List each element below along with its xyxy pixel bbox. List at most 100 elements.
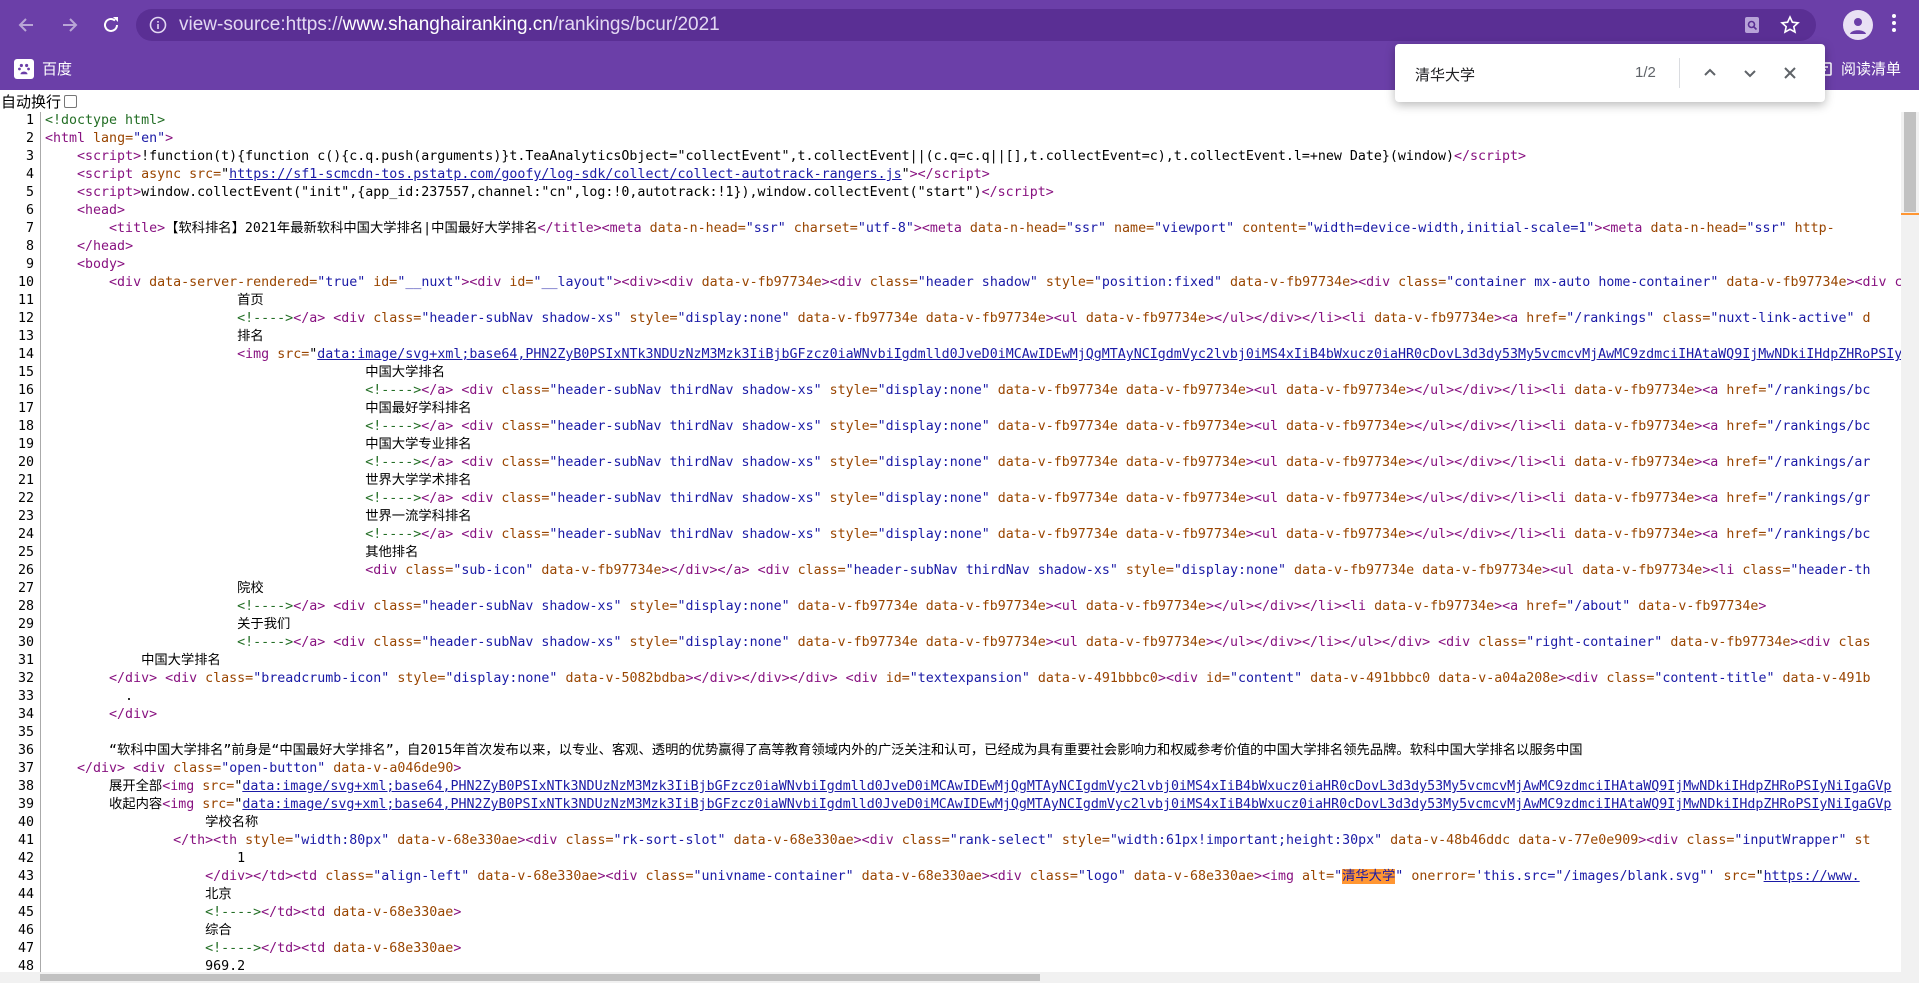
source-line: 40 学校名称 [0, 814, 1901, 832]
line-number: 17 [17, 401, 34, 416]
reload-icon [104, 17, 118, 32]
line-gutter [40, 238, 41, 256]
reload-button[interactable] [96, 10, 126, 40]
source-line: 43 </div></td><td class="align-left" dat… [0, 868, 1901, 886]
source-line: 8 </head> [0, 238, 1901, 256]
line-code: 世界大学学术排名 [45, 473, 472, 488]
line-gutter [40, 634, 41, 652]
line-gutter [40, 202, 41, 220]
close-icon [1784, 67, 1796, 79]
profile-button[interactable] [1843, 10, 1873, 40]
line-code: 院校 [45, 581, 264, 596]
line-code: . [45, 689, 134, 704]
source-line: 22 <!----></a> <div class="header-subNav… [0, 490, 1901, 508]
source-line: 6 <head> [0, 202, 1901, 220]
line-gutter [40, 742, 41, 760]
line-gutter [40, 670, 41, 688]
line-code: <title>【软科排名】2021年最新软科中国大学排名|中国最好大学排名</t… [109, 221, 1835, 236]
line-number: 25 [17, 545, 34, 560]
arrow-left-icon [18, 18, 33, 32]
arrow-right-icon [63, 18, 78, 32]
line-gutter [40, 130, 41, 148]
line-gutter [40, 328, 41, 346]
source-line: 35 [0, 724, 1901, 742]
find-previous-button[interactable] [1697, 60, 1723, 86]
info-icon[interactable] [149, 16, 167, 34]
line-code: 中国最好学科排名 [45, 401, 472, 416]
source-line: 16 <!----></a> <div class="header-subNav… [0, 382, 1901, 400]
line-code: 展开全部<img src="data:image/svg+xml;base64,… [45, 779, 1892, 794]
source-line: 30 <!----></a> <div class="header-subNav… [0, 634, 1901, 652]
address-bar[interactable]: view-source:https://www.shanghairanking.… [136, 9, 1816, 41]
line-code: <!----></td><td data-v-68e330ae> [205, 905, 462, 920]
line-gutter [40, 220, 41, 238]
source-link[interactable]: https://www. [1764, 869, 1860, 884]
source-line: 47 <!----></td><td data-v-68e330ae> [0, 940, 1901, 958]
line-gutter [40, 364, 41, 382]
line-number: 40 [17, 815, 34, 830]
source-line: 7 <title>【软科排名】2021年最新软科中国大学排名|中国最好大学排名<… [0, 220, 1901, 238]
find-in-page-button[interactable] [1740, 13, 1764, 37]
line-code: 北京 [45, 887, 232, 902]
source-link[interactable]: data:image/svg+xml;base64,PHN2ZyB0PSIxNT… [317, 347, 1901, 362]
line-code: <div class="sub-icon" data-v-fb97734e></… [365, 563, 1871, 578]
line-gutter [40, 904, 41, 922]
find-close-button[interactable] [1777, 60, 1803, 86]
forward-button[interactable] [54, 10, 84, 40]
source-link[interactable]: data:image/svg+xml;base64,PHN2ZyB0PSIxNT… [242, 779, 1891, 794]
source-line: 1 <!doctype html> [0, 112, 1901, 130]
reading-list-label: 阅读清单 [1840, 61, 1901, 78]
vertical-scroll-thumb[interactable] [1904, 112, 1916, 212]
horizontal-scrollbar[interactable] [0, 972, 1919, 983]
source-line: 25 其他排名 [0, 544, 1901, 562]
line-number: 31 [17, 653, 34, 668]
bookmark-star-button[interactable] [1778, 13, 1802, 37]
source-line: 10 <div data-server-rendered="true" id="… [0, 274, 1901, 292]
source-line: 44 北京 [0, 886, 1901, 904]
line-wrap-checkbox[interactable] [64, 94, 78, 108]
source-line: 27 院校 [0, 580, 1901, 598]
source-line: 33 . [0, 688, 1901, 706]
line-gutter [40, 706, 41, 724]
vertical-scrollbar[interactable] [1901, 112, 1919, 972]
line-number: 3 [25, 149, 34, 164]
line-number: 5 [25, 185, 34, 200]
line-code: <!----></a> <div class="header-subNav sh… [237, 635, 1871, 650]
line-number: 37 [17, 761, 34, 776]
line-gutter [40, 760, 41, 778]
line-code: <!----></a> <div class="header-subNav sh… [237, 599, 1767, 614]
source-line: 32 </div> <div class="breadcrumb-icon" s… [0, 670, 1901, 688]
horizontal-scroll-thumb[interactable] [40, 974, 1040, 981]
url-text[interactable]: view-source:https://www.shanghairanking.… [179, 14, 720, 36]
line-number: 6 [25, 203, 34, 218]
source-line: 15 中国大学排名 [0, 364, 1901, 382]
line-code: <!----></a> <div class="header-subNav sh… [237, 311, 1871, 326]
line-number: 34 [17, 707, 34, 722]
line-code: <!----></a> <div class="header-subNav th… [365, 491, 1871, 506]
bookmark-baidu[interactable]: 百度 [14, 58, 72, 79]
reading-list-button[interactable]: 阅读清单 [1815, 58, 1901, 79]
find-input[interactable]: 清华大学 [1415, 64, 1475, 85]
line-code: <script>!function(t){function c(){c.q.pu… [77, 149, 1527, 164]
line-number: 21 [17, 473, 34, 488]
line-number: 35 [17, 725, 34, 740]
line-gutter [40, 580, 41, 598]
line-code: <!doctype html> [45, 113, 166, 128]
line-number: 47 [17, 941, 34, 956]
line-gutter [40, 850, 41, 868]
line-code: 排名 [45, 329, 264, 344]
line-number: 45 [17, 905, 34, 920]
person-icon [1850, 18, 1866, 34]
line-code: </th><th style="width:80px" data-v-68e33… [173, 833, 1871, 848]
back-button[interactable] [12, 10, 42, 40]
source-link[interactable]: data:image/svg+xml;base64,PHN2ZyB0PSIxNT… [242, 797, 1891, 812]
find-next-button[interactable] [1737, 60, 1763, 86]
source-line: 14 <img src="data:image/svg+xml;base64,P… [0, 346, 1901, 364]
find-divider [1679, 58, 1680, 88]
browser-menu-button[interactable] [1891, 13, 1897, 38]
source-link[interactable]: https://sf1-scmcdn-tos.pstatp.com/goofy/… [229, 167, 901, 182]
line-gutter [40, 508, 41, 526]
line-number: 14 [17, 347, 34, 362]
source-line: 48 969.2 [0, 958, 1901, 972]
line-code: 首页 [45, 293, 264, 308]
